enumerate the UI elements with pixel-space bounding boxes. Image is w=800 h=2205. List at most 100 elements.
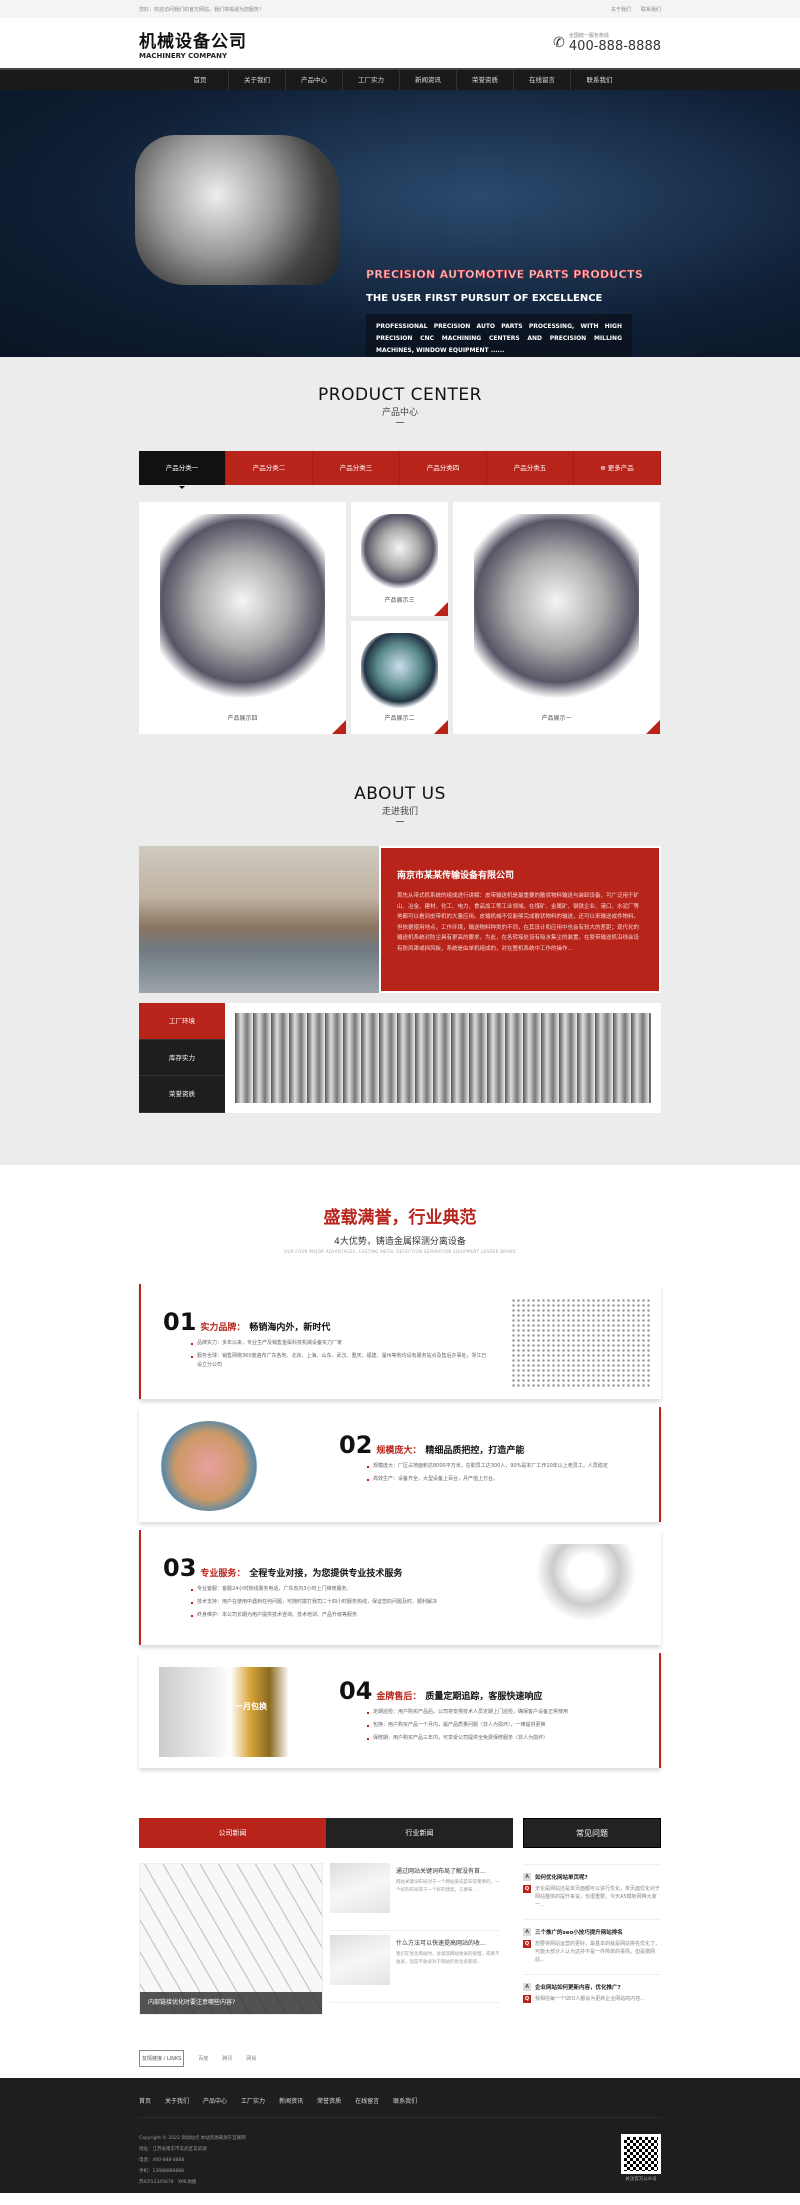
faq-title[interactable]: 常见问题: [523, 1818, 661, 1848]
topbar-link-about[interactable]: 关于我们: [611, 7, 631, 13]
friend-link[interactable]: 腾讯: [222, 2055, 232, 2062]
news-thumbnail: [330, 1935, 390, 1985]
copyright: Copyright © 2022 测试站点 本站资源来源于互联网: [139, 2136, 246, 2141]
product-tab[interactable]: 产品分类二: [226, 451, 313, 485]
product-image: [360, 632, 439, 708]
topbar-link-contact[interactable]: 联系我们: [641, 7, 661, 13]
product-card[interactable]: 产品展示三: [351, 502, 448, 616]
nav-home[interactable]: 首页: [172, 70, 229, 90]
footer-nav-link[interactable]: 关于我们: [165, 2096, 189, 2117]
advantage-point: 品牌实力：多年以来，专业生产及销售金属科技机械设备实力厂家: [191, 1339, 491, 1348]
faq-item[interactable]: A 企业网站如何更新内容，优化推广? Q 我相信每一个SEO人都会为更新企业网站的内容…: [523, 1974, 661, 2004]
product-card[interactable]: 产品展示一: [453, 502, 660, 734]
advantage-point: 高效生产：设备齐全，大型设备上百台，月产值上万台。: [367, 1475, 667, 1484]
friend-link[interactable]: 百度: [198, 2055, 208, 2062]
news-section: 公司新闻 行业新闻 内部链接优化时要注意哪些内容? 通过网站关键词布局了解没有首.…: [139, 1818, 661, 2015]
nav-factory[interactable]: 工厂实力: [343, 70, 400, 90]
product-tab[interactable]: 产品分类三: [313, 451, 400, 485]
footer-nav-link[interactable]: 工厂实力: [241, 2096, 265, 2117]
nav-about[interactable]: 关于我们: [229, 70, 286, 90]
friend-link[interactable]: 网易: [246, 2055, 256, 2062]
product-tab[interactable]: 产品分类四: [400, 451, 487, 485]
news-item[interactable]: 通过网站关键词布局了解没有首... 网站关键词布局对于一个网站来说是非常重要的，一…: [330, 1863, 500, 1931]
faq-answer: 我相信每一个SEO人都会为更新企业网站的内容...: [535, 1996, 646, 2002]
news-title: 什么方法可以快速提高网站的收...: [396, 1940, 486, 1947]
faq-question: 三个推广的seo小技巧提升网站排名: [535, 1930, 623, 1936]
news-tab-industry[interactable]: 行业新闻: [326, 1818, 513, 1848]
factory-tab[interactable]: 荣誉资质: [139, 1076, 225, 1113]
product-card[interactable]: 产品展示四: [139, 502, 346, 734]
advantage-key: 金牌售后：: [376, 1692, 422, 1702]
advantage-title: 质量定期追踪，客服快速响应: [425, 1692, 543, 1702]
faq-item[interactable]: A 如何优化网站单页呢? Q 无论是网站还是单页面都可以进行优化，单页面优化对于网站整…: [523, 1864, 661, 1915]
faq-question: 如何优化网站单页呢?: [535, 1875, 588, 1881]
advantage-point: 定期巡检：用户购买产品后，公司将安排技术人员定期上门巡检，确保客户设备正常使用: [367, 1708, 667, 1717]
hero-banner[interactable]: PRECISION AUTOMOTIVE PARTS PRODUCTS THE …: [0, 90, 800, 357]
question-icon: Q: [523, 1995, 531, 2003]
nav-message[interactable]: 在线留言: [514, 70, 571, 90]
plus-corner-icon: [332, 720, 346, 734]
product-card[interactable]: 产品展示二: [351, 620, 448, 734]
nav-honors[interactable]: 荣誉资质: [457, 70, 514, 90]
qr-label: 关注官方公众号: [625, 2177, 657, 2182]
question-icon: Q: [523, 1885, 531, 1893]
footer-nav-link[interactable]: 新闻资讯: [279, 2096, 303, 2117]
links-label: 友情链接 / LINKS: [139, 2049, 185, 2067]
qr-code: [621, 2134, 661, 2174]
address: 地址：江苏省南京市玄武区玄武湖: [139, 2147, 207, 2152]
answer-icon: A: [523, 1983, 531, 1991]
advantage-point: 规模庞大：厂区占地面积达8000平方米，在职员工达300人，90%是本厂工作10…: [367, 1462, 667, 1471]
friend-links: 友情链接 / LINKS 百度 腾讯 网易: [139, 2041, 661, 2075]
advantage-card: 01 实力品牌： 畅销海内外，新时代 品牌实力：多年以来，专业生产及销售金属科技机械…: [139, 1284, 661, 1399]
product-section: PRODUCT CENTER 产品中心 产品分类一 产品分类二 产品分类三 产品分类四产…: [0, 357, 800, 760]
logo[interactable]: 机械设备公司 MACHINERY COMPANY: [139, 27, 247, 60]
phone-icon: ✆: [553, 35, 565, 51]
section-title-cn: 走进我们: [381, 807, 418, 817]
news-title: 通过网站关键词布局了解没有首...: [396, 1868, 486, 1875]
product-image: [473, 514, 640, 708]
china-map-image: [511, 1298, 651, 1388]
footer-nav-link[interactable]: 联系我们: [393, 2096, 417, 2117]
news-tab-company[interactable]: 公司新闻: [139, 1818, 326, 1848]
faq-item[interactable]: A 三个推广的seo小技巧提升网站排名 Q 想要将网站运营的更好，最基本的就是网站排名…: [523, 1919, 661, 1970]
news-item[interactable]: 什么方法可以快速提高网站的收... 我们在优化网站时，会发现网站收录的很慢，或者不…: [330, 1935, 500, 2003]
banner-subtitle: THE USER FIRST PURSUIT OF EXCELLENCE: [366, 293, 603, 304]
advantages-section: 盛载满誉，行业典范 4大优势，铸造金属探测分离设备 OUR FOUR MAJOR A…: [139, 1165, 661, 2075]
featured-news[interactable]: 内部链接优化时要注意哪些内容?: [139, 1863, 323, 2015]
nav-contact[interactable]: 联系我们: [571, 70, 628, 90]
faq-question: 企业网站如何更新内容，优化推广?: [535, 1985, 621, 1991]
mobile: 手机：13988888888: [139, 2169, 184, 2174]
answer-icon: A: [523, 1873, 531, 1881]
nav-products[interactable]: 产品中心: [286, 70, 343, 90]
nav-news[interactable]: 新闻资讯: [400, 70, 457, 90]
footer: 首页 关于我们 产品中心 工厂实力 新闻资讯 荣誉资质 在线留言 联系我们 Copyright…: [0, 2078, 800, 2193]
section-title-en: PRODUCT CENTER: [318, 385, 482, 405]
footer-nav-link[interactable]: 首页: [139, 2096, 151, 2117]
factory-tab[interactable]: 库存实力: [139, 1039, 225, 1077]
news-summary: 我们在优化网站时，会发现网站收录的很慢，或者不收录，但是不收录对于网站的优化有影…: [396, 1952, 500, 1965]
factory-tab[interactable]: 工厂环境: [139, 1003, 225, 1040]
advantage-point: 保修期：用户购买产品三年内，可享受公司提供全免费保修服务（非人为损坏）: [367, 1734, 667, 1743]
warehouse-image: [235, 1013, 651, 1103]
phone-number: 400-888-8888: [568, 39, 661, 54]
machine-image: 一月包换: [159, 1667, 289, 1757]
section-title-cn: 产品中心: [381, 408, 418, 418]
icp-link[interactable]: 苏ICP12345678: [139, 2180, 174, 2185]
advantage-number: 04: [339, 1677, 373, 1705]
footer-nav-link[interactable]: 产品中心: [203, 2096, 227, 2117]
product-name: 产品展示四: [227, 715, 258, 722]
footer-nav-link[interactable]: 在线留言: [355, 2096, 379, 2117]
product-name: 产品展示三: [384, 596, 415, 604]
logo-cn: 机械设备公司: [139, 31, 247, 52]
more-products-tab[interactable]: ⊕ 更多产品: [574, 451, 661, 485]
product-tab[interactable]: 产品分类一: [139, 451, 226, 489]
3d-people-image: [531, 1544, 641, 1634]
advantages-subtitle: 4大优势，铸造金属探测分离设备: [334, 1237, 466, 1247]
banner-title: PRECISION AUTOMOTIVE PARTS PRODUCTS: [366, 268, 644, 282]
company-name: 南京市某某传输设备有限公司: [397, 871, 515, 881]
sitemap-link[interactable]: XML地图: [178, 2180, 196, 2185]
telephone: 电话：400-888-8888: [139, 2158, 185, 2163]
advantage-number: 01: [163, 1308, 197, 1336]
footer-nav-link[interactable]: 荣誉资质: [317, 2096, 341, 2117]
product-tab[interactable]: 产品分类五: [487, 451, 574, 485]
